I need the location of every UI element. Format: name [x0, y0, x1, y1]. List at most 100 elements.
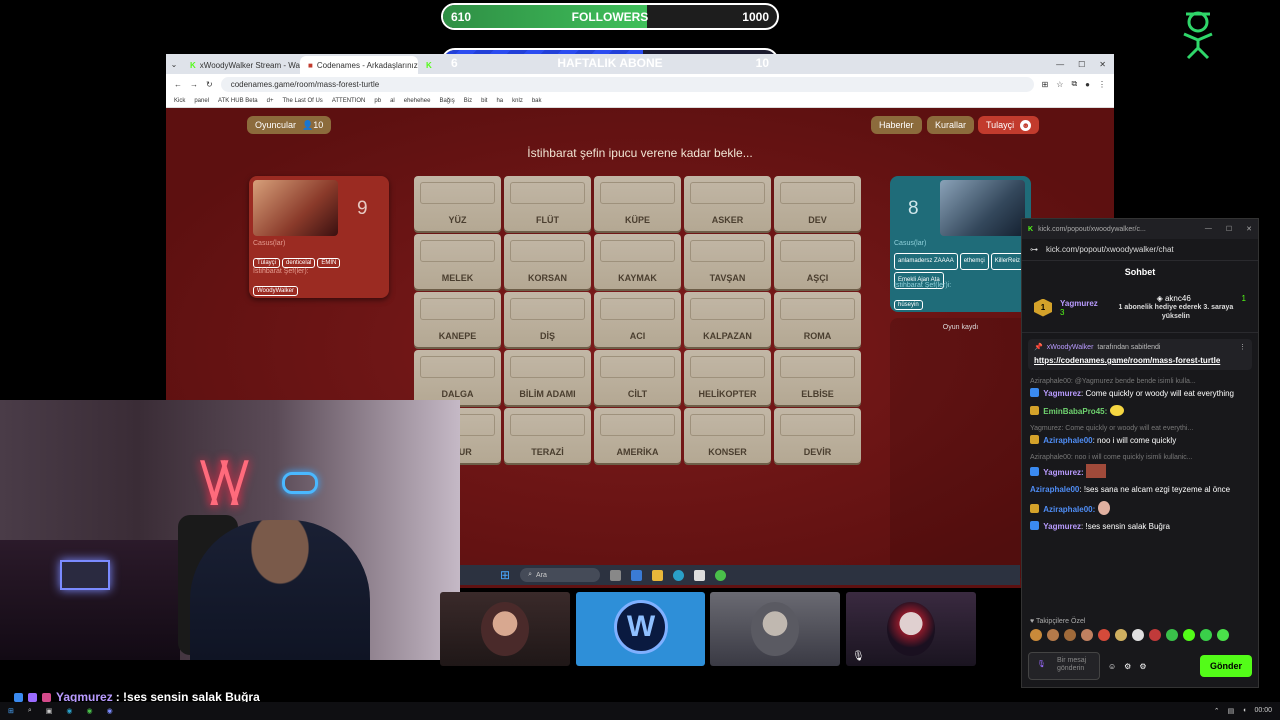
- player-chip[interactable]: anlamadersz ZAAAA: [894, 253, 958, 270]
- profile-icon[interactable]: ●: [1085, 80, 1090, 89]
- store-icon[interactable]: [694, 569, 706, 581]
- emote-icon[interactable]: [1183, 629, 1195, 641]
- close-window-icon[interactable]: ✕: [1099, 60, 1106, 69]
- news-button[interactable]: Haberler: [871, 116, 922, 134]
- bookmark-item[interactable]: bit: [481, 98, 487, 104]
- star-icon[interactable]: ☆: [1056, 80, 1063, 89]
- microphone-icon[interactable]: 🎙: [1037, 661, 1046, 669]
- bookmark-item[interactable]: ha: [496, 98, 503, 104]
- discord-icon[interactable]: ◉: [107, 707, 113, 715]
- bookmark-item[interactable]: ehehehee: [404, 98, 431, 104]
- settings-icon[interactable]: ⚙: [1124, 662, 1131, 671]
- participant-thumbnail[interactable]: [710, 592, 840, 666]
- forward-icon[interactable]: →: [190, 80, 198, 89]
- word-card[interactable]: ELBİSE: [774, 350, 861, 405]
- emote-icon[interactable]: [1217, 629, 1229, 641]
- network-icon[interactable]: ▤: [1228, 707, 1235, 715]
- word-card[interactable]: DEV: [774, 176, 861, 231]
- participant-thumbnail[interactable]: W: [576, 592, 705, 666]
- taskbar-search[interactable]: ⌕ Ara: [520, 568, 601, 582]
- word-card[interactable]: KALPAZAN: [684, 292, 771, 347]
- chrome-icon[interactable]: ◉: [87, 707, 93, 715]
- translate-icon[interactable]: ⊞: [1042, 80, 1049, 89]
- gift-giver-name[interactable]: aknc46: [1165, 294, 1191, 303]
- emote-icon[interactable]: [1047, 629, 1059, 641]
- word-card[interactable]: ACI: [594, 292, 681, 347]
- pinned-options-icon[interactable]: ⋮: [1239, 343, 1246, 351]
- extensions-icon[interactable]: ⧉: [1071, 79, 1077, 89]
- send-button[interactable]: Gönder: [1199, 655, 1252, 677]
- emote-icon[interactable]: [1064, 629, 1076, 641]
- edge-icon[interactable]: [673, 569, 685, 581]
- word-card[interactable]: KÜPE: [594, 176, 681, 231]
- bookmark-item[interactable]: Bağış: [439, 98, 454, 104]
- bookmark-item[interactable]: ATK HUB Beta: [218, 98, 258, 104]
- emote-icon[interactable]: [1098, 629, 1110, 641]
- chat-username[interactable]: Yagmurez: [1043, 522, 1081, 531]
- word-card[interactable]: DEVİR: [774, 408, 861, 463]
- word-card[interactable]: KORSAN: [504, 234, 591, 289]
- chat-username[interactable]: EminBabaPro45:: [1043, 407, 1107, 416]
- word-card[interactable]: KANEPE: [414, 292, 501, 347]
- word-card[interactable]: YÜZ: [414, 176, 501, 231]
- word-card[interactable]: ROMA: [774, 292, 861, 347]
- player-chip[interactable]: KillerReiz: [990, 253, 1025, 270]
- emote-icon[interactable]: [1115, 629, 1127, 641]
- word-card[interactable]: MELEK: [414, 234, 501, 289]
- menu-icon[interactable]: ⋮: [1098, 80, 1106, 89]
- task-view-icon[interactable]: [610, 569, 622, 581]
- app-icon[interactable]: [631, 569, 643, 581]
- tab-stream[interactable]: K xWoodyWalker Stream - Watch ✕: [182, 56, 300, 74]
- emote-icon[interactable]: [1166, 629, 1178, 641]
- emote-icon[interactable]: [1030, 629, 1042, 641]
- volume-icon[interactable]: ◖: [1242, 707, 1246, 715]
- word-card[interactable]: TAVŞAN: [684, 234, 771, 289]
- chat-username[interactable]: Aziraphale00: [1043, 436, 1092, 445]
- emote-icon[interactable]: [1132, 629, 1144, 641]
- player-chip[interactable]: hüseyin: [894, 300, 923, 310]
- chat-username[interactable]: Aziraphale00: [1030, 485, 1079, 494]
- extensions-icon[interactable]: ⚙: [1139, 662, 1146, 671]
- chat-message-input[interactable]: 🎙 Bir mesaj gönderin: [1028, 652, 1100, 680]
- minimize-icon[interactable]: —: [1056, 60, 1064, 69]
- close-window-icon[interactable]: ✕: [1246, 225, 1252, 233]
- participant-thumbnail[interactable]: 🎙: [846, 592, 976, 666]
- player-chip[interactable]: EMİN: [317, 258, 341, 268]
- edge-icon[interactable]: ◉: [66, 707, 72, 715]
- bookmark-item[interactable]: d+: [267, 98, 274, 104]
- word-card[interactable]: KAYMAK: [594, 234, 681, 289]
- word-card[interactable]: HELİKOPTER: [684, 350, 771, 405]
- reply-preview[interactable]: Aziraphale00: @Yagmurez bende bende isim…: [1030, 376, 1250, 387]
- site-info-icon[interactable]: ⊶: [1030, 245, 1038, 254]
- pinned-by-user[interactable]: xWoodyWalker: [1047, 344, 1094, 351]
- windows-start-icon[interactable]: ⊞: [500, 568, 510, 582]
- participant-thumbnail[interactable]: [440, 592, 570, 666]
- bookmark-item[interactable]: ATTENTION: [332, 98, 366, 104]
- bookmark-item[interactable]: al: [390, 98, 395, 104]
- taskbar-clock[interactable]: 00:00: [1254, 707, 1272, 715]
- word-card[interactable]: AMERİKA: [594, 408, 681, 463]
- emote-icon[interactable]: [1200, 629, 1212, 641]
- url-field[interactable]: codenames.game/room/mass-forest-turtle: [220, 76, 1034, 92]
- word-card[interactable]: ASKER: [684, 176, 771, 231]
- word-card[interactable]: AŞÇI: [774, 234, 861, 289]
- bookmark-item[interactable]: pb: [374, 98, 381, 104]
- folder-icon[interactable]: [652, 569, 664, 581]
- chat-username[interactable]: Yagmurez: [1043, 389, 1081, 398]
- emote-icon[interactable]: [1081, 629, 1093, 641]
- bookmark-item[interactable]: The Last Of Us: [282, 98, 322, 104]
- maximize-icon[interactable]: ☐: [1078, 60, 1085, 69]
- task-view-icon[interactable]: ▣: [46, 707, 53, 715]
- player-chip[interactable]: WoodyWalker: [253, 286, 299, 296]
- bookmark-item[interactable]: Biz: [464, 98, 472, 104]
- emote-menu-icon[interactable]: ☺: [1108, 662, 1116, 671]
- tab-search-icon[interactable]: ⌄: [166, 60, 182, 69]
- word-card[interactable]: BİLİM ADAMI: [504, 350, 591, 405]
- word-card[interactable]: TERAZİ: [504, 408, 591, 463]
- back-icon[interactable]: ←: [174, 80, 182, 89]
- player-chip[interactable]: denticelal: [282, 258, 316, 268]
- maximize-icon[interactable]: ☐: [1226, 225, 1232, 233]
- tray-chevron-icon[interactable]: ⌃: [1214, 707, 1220, 715]
- word-card[interactable]: DİŞ: [504, 292, 591, 347]
- bookmark-item[interactable]: knlz: [512, 98, 523, 104]
